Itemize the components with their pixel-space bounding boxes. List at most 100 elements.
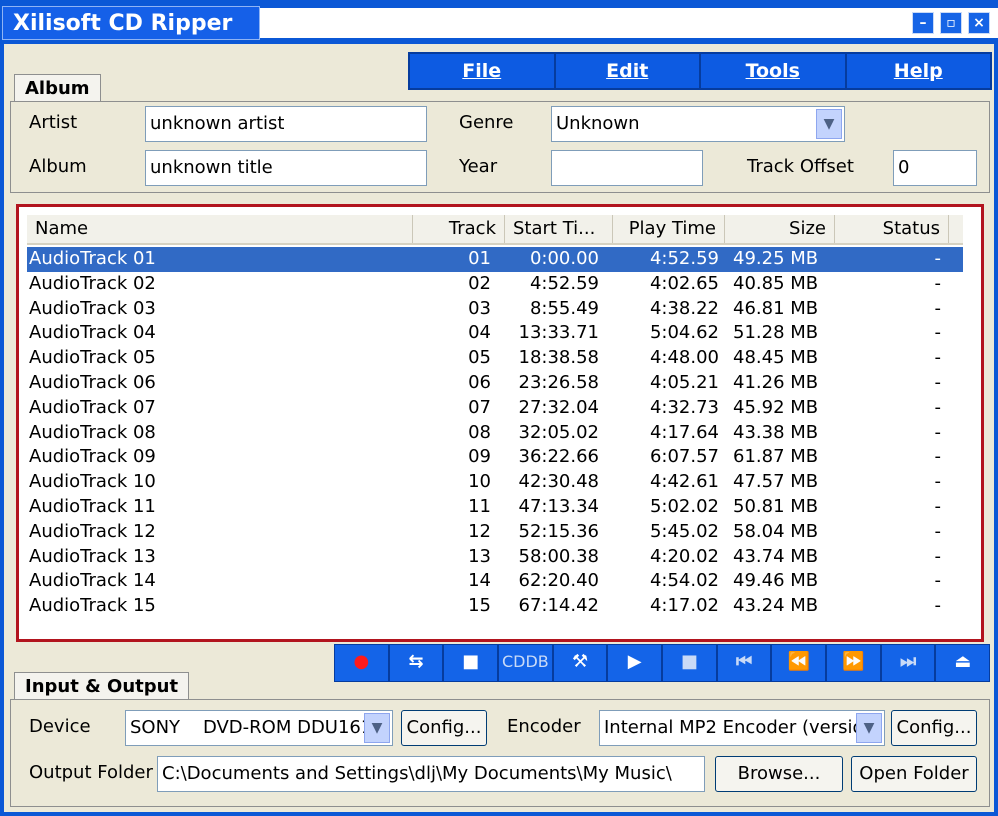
device-select[interactable]: SONY DVD-ROM DDU161 ▼ [125,710,393,746]
table-row[interactable]: AudioTrack 13 13 58:00.38 4:20.02 43.74 MB - [27,545,963,570]
menu-file[interactable]: File [410,54,556,88]
encoder-config-button[interactable]: Config... [891,710,977,746]
album-input[interactable]: unknown title [145,150,427,186]
cell-status: - [934,471,942,493]
record-icon: ● [353,651,370,672]
title-bar[interactable]: Xilisoft CD Ripper – ▫ × [0,0,998,44]
cell-name: AudioTrack 10 [29,471,156,493]
cell-size: 61.87 MB [733,446,819,468]
table-row[interactable]: AudioTrack 15 15 67:14.42 4:17.02 43.24 MB - [27,594,963,619]
app-window: Xilisoft CD Ripper – ▫ × File Edit Tools… [0,0,998,816]
table-row[interactable]: AudioTrack 14 14 62:20.40 4:54.02 49.46 MB - [27,569,963,594]
table-row[interactable]: AudioTrack 08 08 32:05.02 4:17.64 43.38 MB - [27,421,963,446]
cell-name: AudioTrack 14 [29,570,156,592]
track-offset-input[interactable]: 0 [893,150,977,186]
cell-status: - [934,595,942,617]
chevron-down-icon[interactable]: ▼ [856,713,882,743]
track-offset-label: Track Offset [747,156,854,177]
column-track[interactable]: Track [413,215,505,243]
last-track-button[interactable]: ⏭ [881,645,937,681]
forward-button[interactable]: ⏩ [827,645,882,681]
device-config-button[interactable]: Config... [401,710,487,746]
settings-button[interactable]: ⚒ [553,645,609,681]
genre-label: Genre [459,112,514,133]
cell-track: 09 [468,446,491,468]
column-size[interactable]: Size [725,215,835,243]
cell-start-time: 8:55.49 [529,297,599,319]
cell-track: 07 [468,396,491,418]
cell-size: 51.28 MB [733,322,819,344]
cell-play-time: 6:07.57 [649,446,719,468]
rewind-button[interactable]: ⏪ [772,645,828,681]
cell-size: 43.38 MB [733,421,819,443]
column-status[interactable]: Status [835,215,949,243]
cell-play-time: 4:32.73 [649,396,719,418]
cell-name: AudioTrack 01 [29,248,156,269]
genre-select[interactable]: Unknown ▼ [551,106,845,142]
forward-icon: ⏩ [842,651,865,672]
chevron-down-icon[interactable]: ▼ [816,109,842,139]
play-button[interactable]: ▶ [608,645,664,681]
cell-play-time: 4:48.00 [649,347,719,369]
table-row[interactable]: AudioTrack 09 09 36:22.66 6:07.57 61.87 MB - [27,445,963,470]
rewind-icon: ⏪ [787,651,810,672]
cell-track: 03 [468,297,491,319]
cell-name: AudioTrack 09 [29,446,156,468]
table-row[interactable]: AudioTrack 01 01 0:00.00 4:52.59 49.25 MB - [27,247,963,272]
minimize-button[interactable]: – [912,12,934,34]
cell-size: 58.04 MB [733,520,819,542]
cell-track: 14 [468,570,491,592]
cell-track: 15 [468,595,491,617]
menu-tools[interactable]: Tools [701,54,847,88]
column-start-time[interactable]: Start Ti... [505,215,613,243]
column-name[interactable]: Name [27,215,413,243]
encoder-label: Encoder [507,716,581,737]
close-button[interactable]: × [968,12,990,34]
settings-icon: ⚒ [571,651,589,672]
cell-name: AudioTrack 15 [29,595,156,617]
artist-label: Artist [29,112,78,133]
maximize-button[interactable]: ▫ [940,12,962,34]
open-folder-button[interactable]: Open Folder [851,756,977,792]
stop-convert-button[interactable]: ■ [444,645,500,681]
eject-icon: ⏏ [954,651,972,672]
table-row[interactable]: AudioTrack 03 03 8:55.49 4:38.22 46.81 MB - [27,297,963,322]
table-row[interactable]: AudioTrack 10 10 42:30.48 4:42.61 47.57 MB - [27,470,963,495]
cell-status: - [934,545,942,567]
client-area: File Edit Tools Help Album Artist unknow… [4,44,994,812]
artist-input[interactable]: unknown artist [145,106,427,142]
first-track-button[interactable]: ⏮ [717,645,773,681]
cell-name: AudioTrack 12 [29,520,156,542]
convert-button[interactable]: ⇆ [389,645,445,681]
track-list-header: Name Track Start Ti... Play Time Size St… [27,215,963,245]
table-row[interactable]: AudioTrack 07 07 27:32.04 4:32.73 45.92 MB - [27,396,963,421]
output-folder-input[interactable]: C:\Documents and Settings\dlj\My Documen… [157,756,705,792]
table-row[interactable]: AudioTrack 02 02 4:52.59 4:02.65 40.85 MB - [27,272,963,297]
cell-status: - [934,347,942,369]
track-list[interactable]: Name Track Start Ti... Play Time Size St… [16,204,984,642]
table-row[interactable]: AudioTrack 06 06 23:26.58 4:05.21 41.26 MB - [27,371,963,396]
menu-help[interactable]: Help [847,54,991,88]
encoder-select[interactable]: Internal MP2 Encoder (versio ▼ [599,710,885,746]
cell-name: AudioTrack 03 [29,297,156,319]
table-row[interactable]: AudioTrack 11 11 47:13.34 5:02.02 50.81 MB - [27,495,963,520]
cell-play-time: 4:38.22 [649,297,719,319]
column-play-time[interactable]: Play Time [613,215,725,243]
table-row[interactable]: AudioTrack 12 12 52:15.36 5:45.02 58.04 MB - [27,520,963,545]
chevron-down-icon[interactable]: ▼ [364,713,390,743]
tab-input-output[interactable]: Input & Output [14,672,190,700]
cell-play-time: 4:42.61 [649,471,719,493]
cell-play-time: 4:54.02 [649,570,719,592]
stop-button[interactable]: ■ [663,645,718,681]
eject-button[interactable]: ⏏ [936,645,990,681]
cddb-button[interactable]: CDDB [499,645,554,681]
menu-edit[interactable]: Edit [556,54,701,88]
browse-button[interactable]: Browse... [715,756,843,792]
tab-album[interactable]: Album [14,74,101,102]
table-row[interactable]: AudioTrack 04 04 13:33.71 5:04.62 51.28 MB - [27,321,963,346]
cell-start-time: 32:05.02 [518,421,600,443]
record-button[interactable]: ● [335,645,390,681]
table-row[interactable]: AudioTrack 05 05 18:38.58 4:48.00 48.45 MB - [27,346,963,371]
cell-name: AudioTrack 08 [29,421,156,443]
year-input[interactable] [551,150,703,186]
